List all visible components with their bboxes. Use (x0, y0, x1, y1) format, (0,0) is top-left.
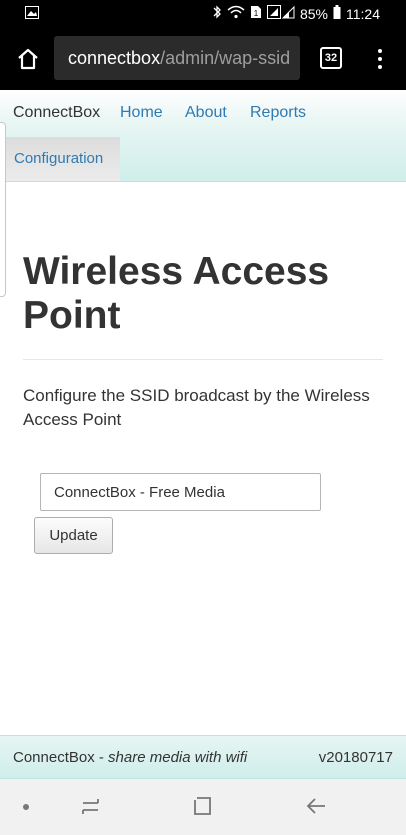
ssid-input[interactable] (40, 473, 321, 511)
home-icon (18, 48, 38, 70)
update-button[interactable]: Update (34, 517, 113, 554)
battery-icon (333, 5, 341, 22)
address-bar[interactable]: connectbox/admin/wap-ssid (54, 36, 300, 80)
page-title: Wireless Access Point (23, 250, 330, 337)
menu-dot (378, 49, 382, 53)
title-divider (23, 359, 383, 360)
footer-brand: ConnectBox - share media with wifi (13, 749, 247, 766)
browser-toolbar: connectbox/admin/wap-ssid 32 (0, 28, 406, 90)
site-footer: ConnectBox - share media with wifi v2018… (0, 735, 406, 779)
clock: 11:24 (346, 5, 380, 22)
nav-link-configuration[interactable]: Configuration (6, 137, 120, 181)
page-description: Configure the SSID broadcast by the Wire… (23, 386, 370, 429)
browser-menu-button[interactable] (372, 45, 388, 73)
bluetooth-icon (212, 5, 222, 22)
nav-link-about[interactable]: About (185, 104, 227, 122)
signal-icon (266, 5, 295, 22)
battery-percent: 85% (299, 5, 328, 22)
footer-tagline: share media with wifi (108, 749, 248, 766)
menu-dot (378, 57, 382, 61)
sim-icon: 1 (250, 5, 262, 22)
tab-switcher-button[interactable]: 32 (320, 47, 342, 69)
nav-dot-icon (23, 804, 29, 810)
nav-link-reports[interactable]: Reports (250, 104, 306, 122)
footer-brand-name: ConnectBox - (13, 749, 109, 766)
svg-text:1: 1 (254, 9, 259, 18)
recent-apps-icon[interactable] (80, 795, 102, 822)
footer-version: v20180717 (318, 749, 393, 766)
navbar-brand[interactable]: ConnectBox (13, 104, 100, 122)
nav-link-home[interactable]: Home (120, 104, 163, 122)
site-navbar: ConnectBox Home About Reports Configurat… (0, 90, 406, 182)
home-nav-icon[interactable] (192, 795, 214, 822)
back-icon[interactable] (305, 795, 327, 822)
image-icon (25, 6, 39, 24)
android-navigation-bar (0, 779, 406, 835)
wifi-icon (227, 5, 245, 22)
status-bar: 1 85% 11:24 (0, 0, 406, 28)
url-host: connectbox (68, 48, 161, 68)
menu-dot (378, 65, 382, 69)
home-button[interactable] (12, 43, 44, 75)
drawer-edge-handle[interactable] (0, 122, 6, 297)
url-path: /admin/wap-ssid (160, 48, 291, 68)
